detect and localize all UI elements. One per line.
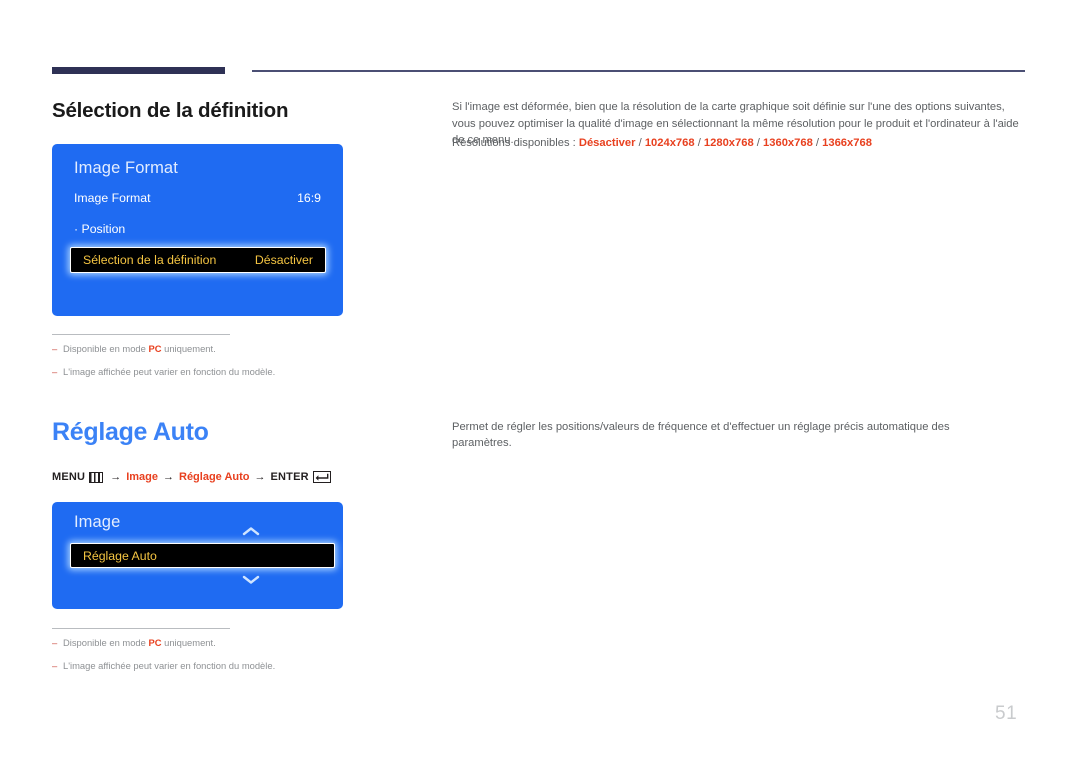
document-page: Sélection de la définition Si l'image es… — [0, 0, 1080, 763]
osd-panel-image: Image Réglage Auto — [52, 502, 343, 609]
breadcrumb-arrow: → — [110, 471, 122, 483]
breadcrumb-enter-label: ENTER — [270, 471, 309, 483]
footnote-rule-1 — [52, 334, 230, 336]
footnote-2-1: – Disponible en mode PC uniquement. — [52, 637, 216, 648]
footnote-dash: – — [52, 637, 58, 648]
footnote-1-1: – Disponible en mode PC uniquement. — [52, 343, 216, 354]
resolution-option-4: 1366x768 — [822, 137, 872, 149]
osd-panel-title: Image Format — [74, 159, 178, 177]
section1-title: Sélection de la définition — [52, 99, 289, 122]
osd-row-label: · Position — [74, 222, 126, 236]
resolution-option-3: 1360x768 — [763, 137, 813, 149]
chevron-down-icon[interactable] — [242, 574, 260, 585]
osd-highlight-label: Sélection de la définition — [83, 253, 217, 267]
header-rule-thick — [52, 67, 225, 74]
footnote-dash: – — [52, 366, 58, 377]
osd-highlight-value: Désactiver — [254, 253, 313, 267]
footnote-text-pre: L'image affichée peut varier en fonction… — [63, 660, 276, 671]
footnote-text-bold: PC — [148, 637, 162, 648]
osd-row-label: Image Format — [74, 191, 151, 205]
resolution-option-0: Désactiver — [578, 137, 636, 149]
osd-panel-image-format: Image Format Image Format 16:9 · Positio… — [52, 144, 343, 316]
breadcrumb-menu-label: MENU — [52, 471, 86, 483]
breadcrumb: MENU → Image → Réglage Auto → ENTER — [52, 471, 331, 483]
footnote-text-post: uniquement. — [161, 637, 216, 648]
footnote-2-2: – L'image affichée peut varier en fonctio… — [52, 660, 275, 671]
footnote-text-post: uniquement. — [161, 343, 216, 354]
footnote-text-pre: Disponible en mode — [63, 343, 149, 354]
osd-row-reglage-auto-highlighted[interactable]: Réglage Auto — [70, 543, 335, 568]
breadcrumb-item-reglage-auto[interactable]: Réglage Auto — [179, 471, 250, 483]
osd-row-image-format[interactable]: Image Format 16:9 — [74, 191, 321, 205]
osd-row-value: 16:9 — [297, 191, 321, 205]
osd-row-position[interactable]: · Position — [74, 222, 321, 236]
osd-panel-title: Image — [74, 513, 121, 531]
section2-title: Réglage Auto — [52, 418, 209, 446]
enter-return-icon — [312, 471, 331, 483]
footnote-dash: – — [52, 660, 58, 671]
footnote-rule-2 — [52, 628, 230, 630]
page-number: 51 — [995, 703, 1018, 724]
footnote-text-pre: L'image affichée peut varier en fonction… — [63, 366, 276, 377]
menu-grid-icon — [89, 471, 104, 483]
footnote-dash: – — [52, 343, 58, 354]
osd-highlight-label: Réglage Auto — [83, 548, 157, 563]
footnote-1-2: – L'image affichée peut varier en fonctio… — [52, 366, 275, 377]
breadcrumb-arrow: → — [254, 471, 266, 483]
footnote-text-bold: PC — [148, 343, 162, 354]
footnote-text-pre: Disponible en mode — [63, 637, 149, 648]
chevron-up-icon[interactable] — [242, 526, 260, 537]
section2-description: Permet de régler les positions/valeurs d… — [452, 421, 950, 449]
breadcrumb-item-image[interactable]: Image — [126, 471, 158, 483]
osd-row-selection-definition-highlighted[interactable]: Sélection de la définition Désactiver — [70, 247, 326, 273]
header-rule-thin — [252, 70, 1025, 72]
section1-resolutions-line: Résolutions disponibles : Désactiver / 1… — [452, 137, 872, 149]
resolution-option-2: 1280x768 — [703, 137, 754, 149]
resolutions-label: Résolutions disponibles : — [452, 137, 576, 149]
resolution-option-1: 1024x768 — [644, 137, 695, 149]
breadcrumb-arrow: → — [163, 471, 174, 483]
